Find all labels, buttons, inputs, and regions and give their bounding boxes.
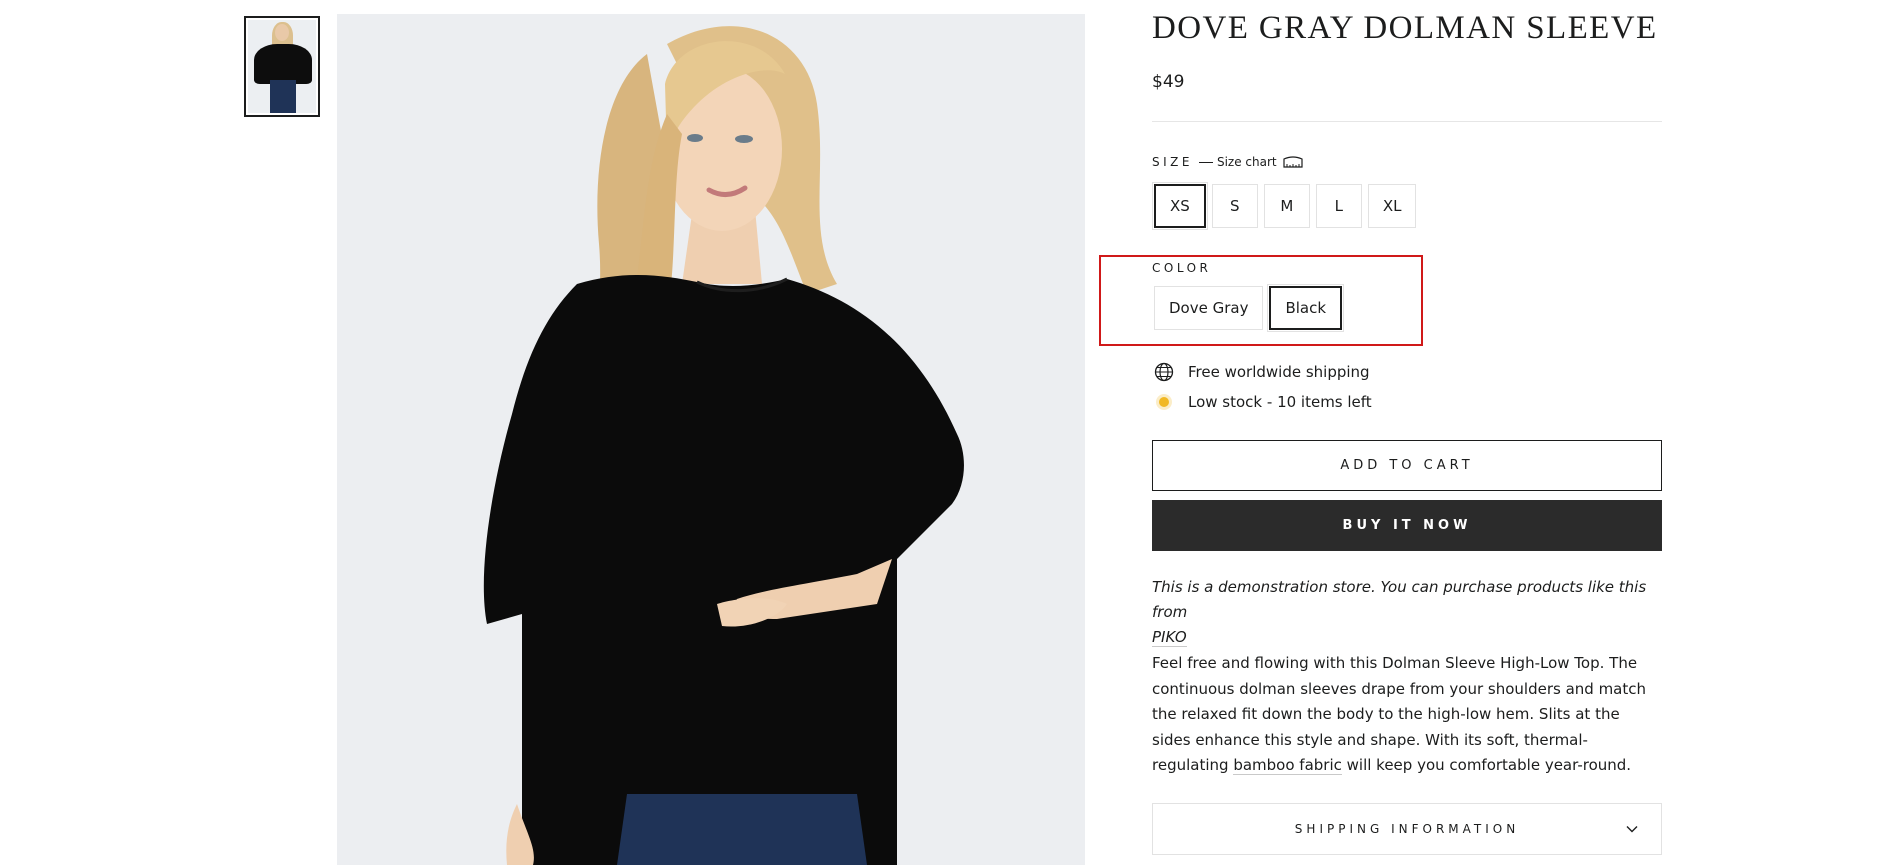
piko-link[interactable]: PIKO (1152, 628, 1187, 647)
demo-store-note: This is a demonstration store. You can p… (1152, 575, 1662, 650)
product-thumbnail[interactable] (244, 16, 320, 117)
color-option-dove-gray[interactable]: Dove Gray (1154, 286, 1264, 330)
color-label: COLOR (1152, 261, 1212, 275)
chevron-down-icon (1626, 826, 1638, 833)
size-option-s[interactable]: S (1211, 184, 1258, 228)
product-main-image (337, 14, 1085, 865)
color-option-black[interactable]: Black (1267, 284, 1345, 332)
color-swatches: Dove Gray Black (1154, 284, 1345, 332)
globe-icon (1154, 362, 1174, 382)
add-to-cart-button[interactable]: ADD TO CART (1152, 440, 1662, 491)
stock-text: Low stock - 10 items left (1188, 393, 1372, 411)
size-label: SIZE (1152, 155, 1193, 169)
stock-notice: Low stock - 10 items left (1154, 392, 1372, 412)
product-price: $49 (1152, 72, 1185, 92)
accordion-label: SHIPPING INFORMATION (1294, 822, 1520, 836)
shipping-information-accordion[interactable]: SHIPPING INFORMATION (1152, 803, 1662, 855)
shipping-text: Free worldwide shipping (1188, 363, 1370, 381)
product-description: Feel free and flowing with this Dolman S… (1152, 651, 1662, 779)
shipping-notice: Free worldwide shipping (1154, 362, 1370, 382)
size-option-xs[interactable]: XS (1152, 182, 1208, 230)
size-chart-label: Size chart (1216, 155, 1277, 169)
thumbnail-image (248, 20, 316, 113)
description-text-after: will keep you comfortable year-round. (1341, 756, 1632, 774)
product-title: DOVE GRAY DOLMAN SLEEVE (1152, 10, 1658, 46)
size-option-m[interactable]: M (1263, 184, 1310, 228)
buy-now-button[interactable]: BUY IT NOW (1152, 500, 1662, 551)
size-option-label: SIZE Size chart (1152, 154, 1305, 170)
size-chart-link[interactable]: Size chart (1198, 154, 1305, 170)
demo-note-text: This is a demonstration store. You can p… (1152, 578, 1647, 621)
size-option-xl[interactable]: XL (1367, 184, 1417, 228)
bamboo-fabric-link[interactable]: bamboo fabric (1233, 756, 1342, 775)
stock-dot-icon (1154, 392, 1174, 412)
size-option-l[interactable]: L (1315, 184, 1362, 228)
divider (1152, 121, 1662, 122)
size-swatches: XS S M L XL (1152, 182, 1417, 230)
ruler-icon (1283, 156, 1303, 168)
